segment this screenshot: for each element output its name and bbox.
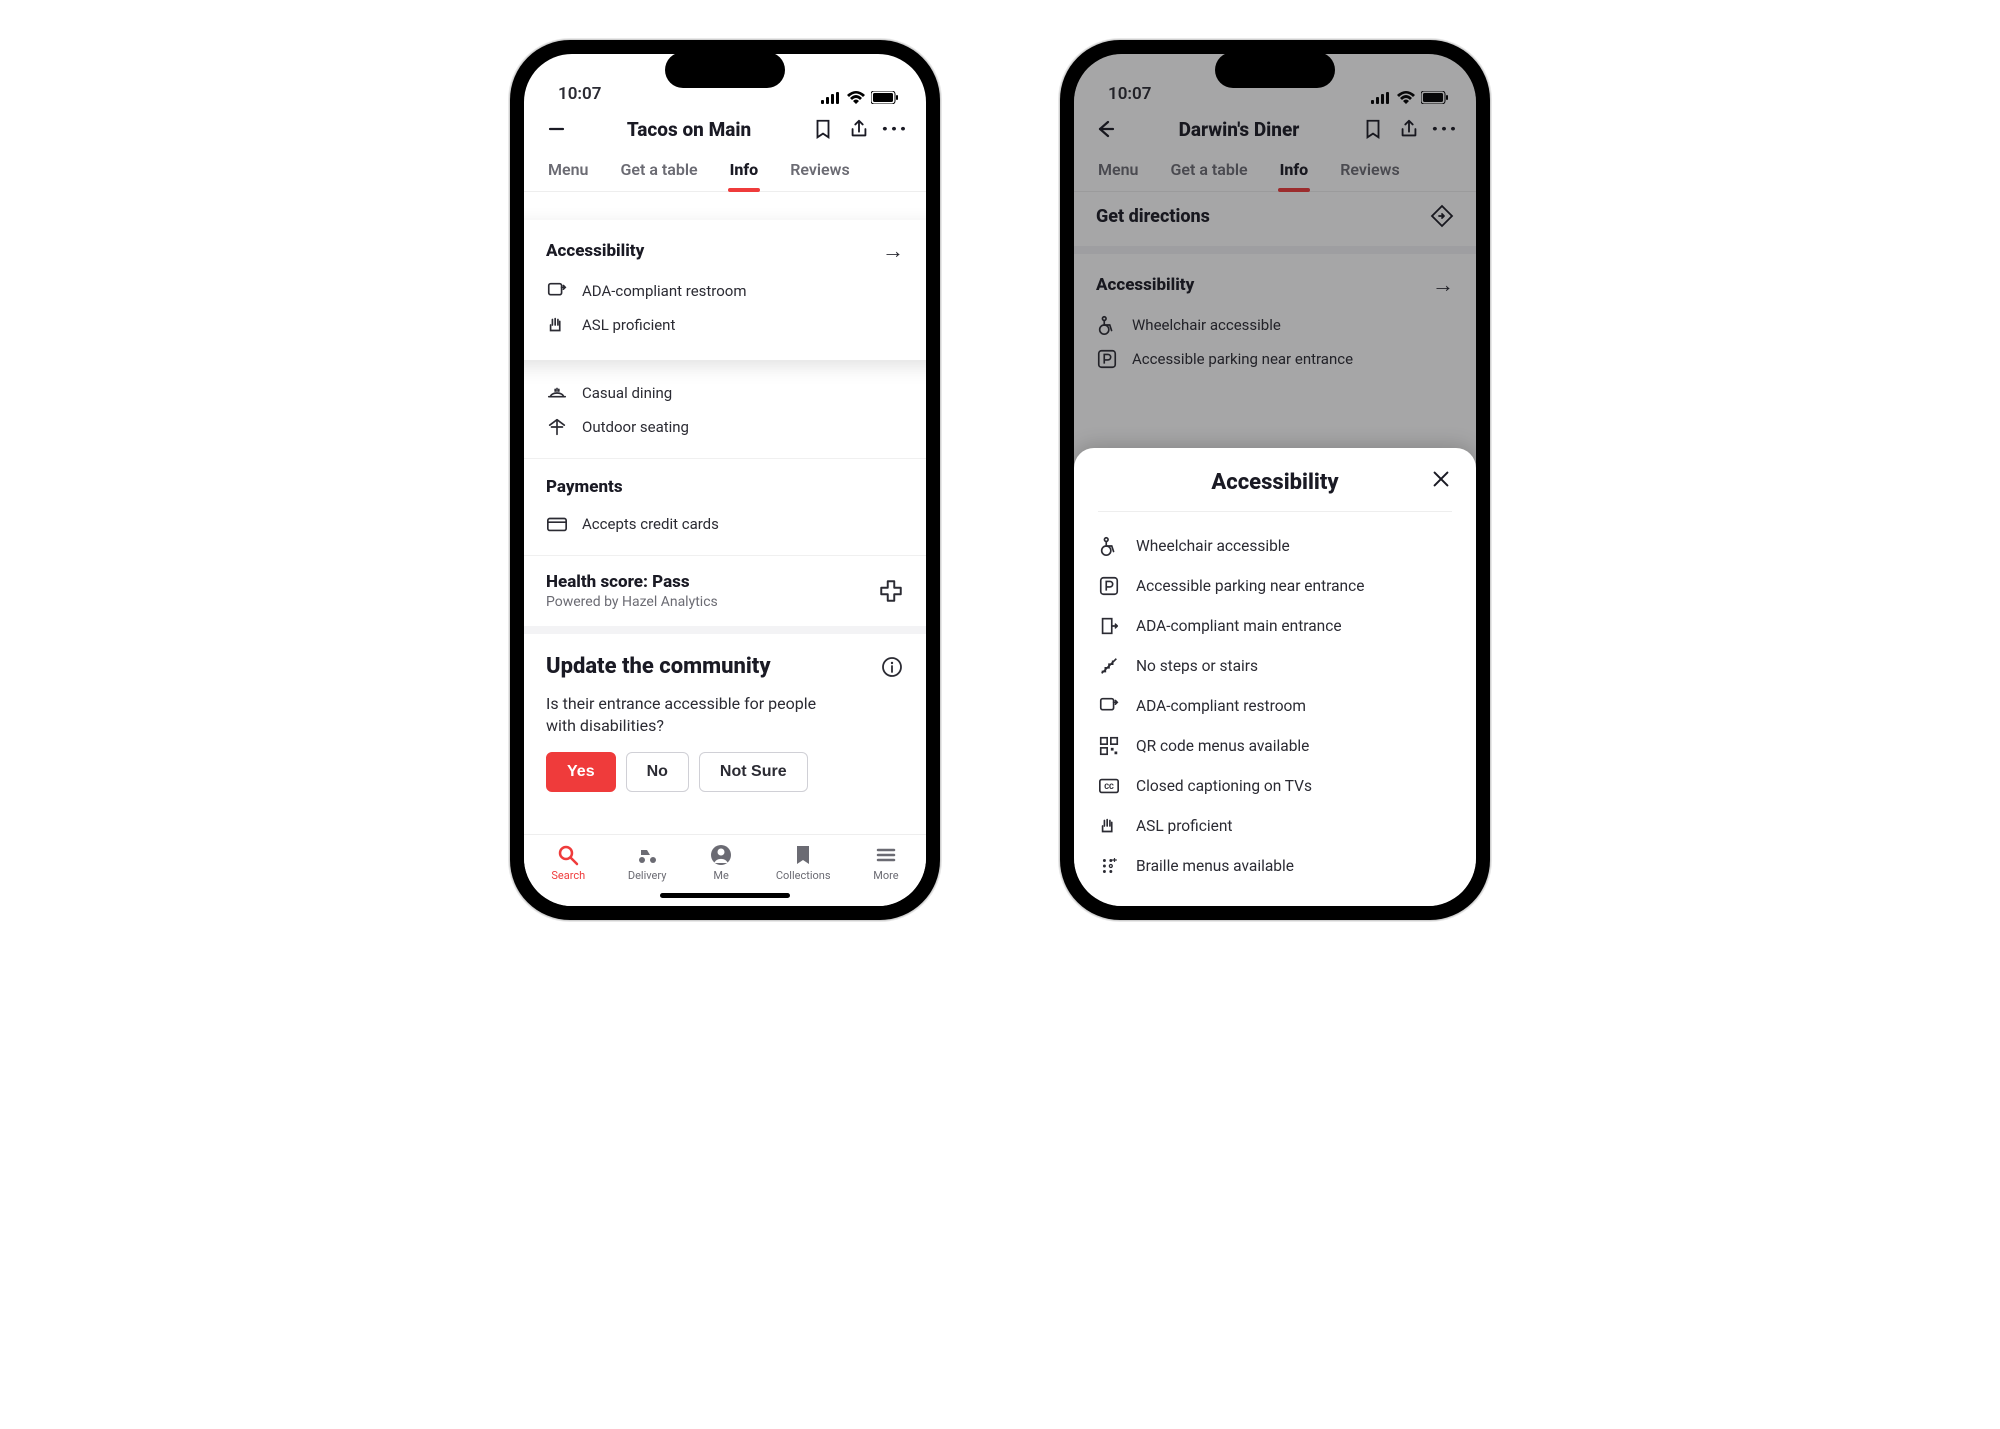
page-title: Tacos on Main	[578, 118, 800, 141]
more-icon	[874, 843, 898, 867]
dynamic-island	[1215, 52, 1335, 88]
tabbar-label: Search	[551, 869, 585, 882]
sheet-item: ADA-compliant main entrance	[1098, 606, 1452, 646]
asl-icon	[546, 314, 568, 336]
sheet-item-label: Closed captioning on TVs	[1136, 777, 1312, 795]
more-button[interactable]: ···	[882, 116, 908, 142]
feature-label: Outdoor seating	[582, 418, 689, 436]
qr-icon	[1098, 735, 1120, 757]
accessibility-item-label: ADA-compliant restroom	[582, 282, 747, 300]
payments-section: Payments Accepts credit cards	[524, 458, 926, 555]
wifi-icon	[847, 91, 865, 104]
tabbar-label: Collections	[776, 869, 831, 882]
braille-icon	[1098, 855, 1120, 877]
status-time: 10:07	[558, 84, 601, 104]
search-icon	[556, 843, 580, 867]
back-button[interactable]	[542, 116, 568, 142]
tabbar-label: Delivery	[628, 869, 667, 882]
tabbar-more[interactable]: More	[873, 843, 898, 882]
share-button[interactable]	[846, 116, 872, 142]
community-question: Is their entrance accessible for people …	[546, 693, 832, 738]
sheet-item: Accessible parking near entrance	[1098, 566, 1452, 606]
accessibility-item-label: ASL proficient	[582, 316, 675, 334]
entrance-icon	[1098, 615, 1120, 637]
cellular-icon	[821, 92, 841, 104]
yes-button[interactable]: Yes	[546, 752, 616, 792]
tabbar-me[interactable]: Me	[709, 843, 733, 882]
restroom-icon	[1098, 695, 1120, 717]
sheet-item: CC Closed captioning on TVs	[1098, 766, 1452, 806]
sheet-item: No steps or stairs	[1098, 646, 1452, 686]
tabbar-search[interactable]: Search	[551, 843, 585, 882]
cc-icon: CC	[1098, 775, 1120, 797]
health-score-section[interactable]: Health score: Pass Powered by Hazel Anal…	[524, 555, 926, 634]
payments-title: Payments	[546, 477, 623, 497]
health-cross-icon	[878, 578, 904, 604]
accessibility-card[interactable]: Accessibility ADA-compliant restroom ASL…	[524, 220, 926, 360]
sheet-item: Wheelchair accessible	[1098, 526, 1452, 566]
no-button[interactable]: No	[626, 752, 689, 792]
tab-info[interactable]: Info	[728, 154, 761, 191]
accessibility-title: Accessibility	[546, 241, 644, 261]
sheet-item: ADA-compliant restroom	[1098, 686, 1452, 726]
parking-icon	[1098, 575, 1120, 597]
health-score-subtitle: Powered by Hazel Analytics	[546, 594, 718, 610]
accessibility-sheet: Accessibility Wheelchair accessible Acce…	[1074, 448, 1476, 906]
restroom-icon	[546, 280, 568, 302]
feature-item: Casual dining	[546, 376, 904, 410]
sheet-item-label: Accessible parking near entrance	[1136, 577, 1364, 595]
nav-header: Tacos on Main ···	[524, 108, 926, 154]
content-tabs: Menu Get a table Info Reviews	[524, 154, 926, 192]
home-indicator	[660, 893, 790, 898]
tabbar-label: Me	[713, 869, 728, 882]
sheet-item: Braille menus available	[1098, 846, 1452, 886]
accessibility-item: ASL proficient	[546, 308, 904, 342]
community-title: Update the community	[546, 654, 771, 679]
arrow-right-icon	[882, 238, 904, 264]
collections-icon	[791, 843, 815, 867]
payment-item: Accepts credit cards	[546, 507, 904, 541]
credit-card-icon	[546, 513, 568, 535]
info-icon[interactable]	[880, 655, 904, 679]
casual-dining-icon	[546, 382, 568, 404]
delivery-icon	[635, 843, 659, 867]
tabbar-delivery[interactable]: Delivery	[628, 843, 667, 882]
sheet-item-label: Braille menus available	[1136, 857, 1294, 875]
sheet-title: Accessibility	[1211, 470, 1338, 495]
me-icon	[709, 843, 733, 867]
tab-menu[interactable]: Menu	[546, 154, 590, 191]
sheet-item: QR code menus available	[1098, 726, 1452, 766]
payment-label: Accepts credit cards	[582, 515, 719, 533]
svg-text:CC: CC	[1104, 782, 1114, 791]
feature-label: Casual dining	[582, 384, 672, 402]
phone-mockup-left: 10:07 Tacos on Main	[510, 40, 940, 920]
bookmark-button[interactable]	[810, 116, 836, 142]
sheet-item: ASL proficient	[1098, 806, 1452, 846]
sheet-item-label: ADA-compliant main entrance	[1136, 617, 1342, 635]
phone-mockup-right: 10:07 Darwin's Diner	[1060, 40, 1490, 920]
outdoor-seating-icon	[546, 416, 568, 438]
sheet-item-label: QR code menus available	[1136, 737, 1309, 755]
sheet-item-label: ADA-compliant restroom	[1136, 697, 1306, 715]
battery-icon	[871, 91, 898, 104]
not-sure-button[interactable]: Not Sure	[699, 752, 808, 792]
tab-reviews[interactable]: Reviews	[788, 154, 852, 191]
dynamic-island	[665, 52, 785, 88]
asl-icon	[1098, 815, 1120, 837]
wheelchair-icon	[1098, 535, 1120, 557]
feature-item: Outdoor seating	[546, 410, 904, 444]
community-section: Update the community Is their entrance a…	[524, 634, 926, 802]
no-steps-icon	[1098, 655, 1120, 677]
close-button[interactable]	[1430, 468, 1452, 490]
sheet-item-label: Wheelchair accessible	[1136, 537, 1290, 555]
tab-get-a-table[interactable]: Get a table	[618, 154, 699, 191]
sheet-item-label: No steps or stairs	[1136, 657, 1258, 675]
tabbar-label: More	[873, 869, 898, 882]
tabbar-collections[interactable]: Collections	[776, 843, 831, 882]
accessibility-item: ADA-compliant restroom	[546, 274, 904, 308]
sheet-item-label: ASL proficient	[1136, 817, 1232, 835]
health-score-title: Health score: Pass	[546, 572, 718, 592]
